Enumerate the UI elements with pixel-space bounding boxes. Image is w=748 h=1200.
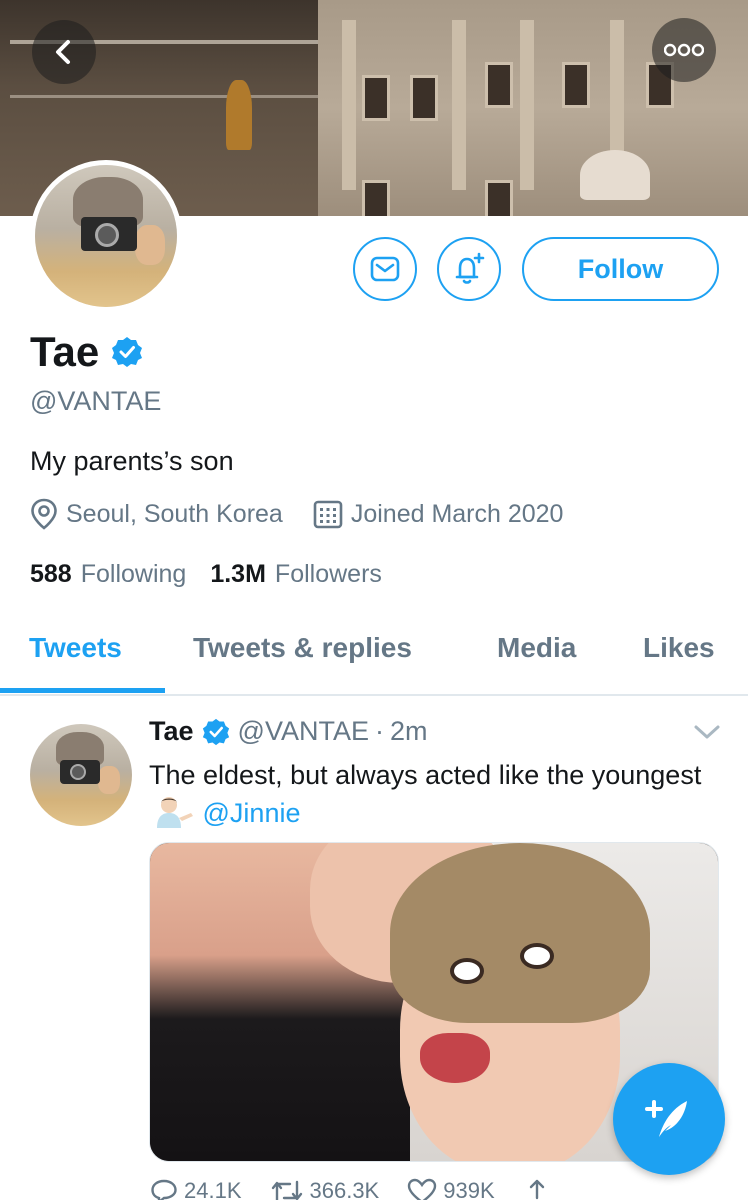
profile-bio: My parents’s son [30, 446, 234, 476]
tweet-text: The eldest, but always acted like the yo… [149, 756, 709, 832]
banner-column [452, 20, 466, 190]
banner-column [520, 20, 534, 190]
followers-label[interactable]: Followers [275, 560, 382, 589]
like-count: 939K [443, 1178, 495, 1200]
tweet-author-handle[interactable]: @VANTAE [238, 716, 369, 747]
retweet-action[interactable]: 366.3K [270, 1178, 380, 1200]
following-label[interactable]: Following [81, 560, 187, 589]
heart-icon [408, 1178, 437, 1200]
profile-name-row: Tae [30, 328, 143, 376]
compose-tweet-icon [645, 1100, 687, 1137]
back-button[interactable] [32, 20, 96, 84]
tweet-actions: 24.1K 366.3K 939K [150, 1178, 610, 1200]
banner-statue [580, 150, 650, 200]
share-action[interactable] [523, 1178, 551, 1200]
tab-likes[interactable]: Likes [643, 632, 715, 664]
active-tab-indicator [0, 688, 165, 693]
person-tipping-hand-emoji-icon [157, 797, 193, 828]
tab-tweets[interactable]: Tweets [29, 632, 122, 664]
followers-count[interactable]: 1.3M [210, 560, 266, 589]
tab-tweets-replies[interactable]: Tweets & replies [193, 632, 412, 664]
notifications-button[interactable] [437, 237, 501, 301]
banner-window [562, 62, 590, 108]
message-button[interactable] [353, 237, 417, 301]
profile-avatar[interactable] [30, 160, 182, 312]
banner-rail [10, 95, 330, 98]
joined-item: Joined March 2020 [313, 499, 564, 529]
following-count[interactable]: 588 [30, 560, 72, 589]
verified-badge-icon [202, 718, 229, 745]
verified-badge-icon [112, 337, 143, 367]
profile-meta: Seoul, South Korea Joined March 2020 [30, 498, 593, 530]
tweet-timestamp: 2m [389, 716, 428, 746]
tweet-body: The eldest, but always acted like the yo… [149, 760, 702, 790]
tweet-separator: · [374, 716, 384, 746]
profile-tabs: Tweets Tweets & replies Media Likes [0, 610, 748, 696]
banner-window [362, 75, 390, 121]
calendar-icon [313, 500, 343, 529]
profile-display-name: Tae [30, 328, 100, 375]
bell-plus-icon [455, 252, 485, 284]
reply-icon [151, 1179, 177, 1200]
compose-tweet-button[interactable] [613, 1063, 725, 1175]
more-dots-icon [664, 43, 704, 57]
banner-column [342, 20, 356, 190]
banner-statue [226, 80, 252, 150]
banner-window [410, 75, 438, 121]
tweet-author-name[interactable]: Tae [149, 716, 194, 747]
location-text: Seoul, South Korea [66, 499, 283, 528]
chevron-left-icon [56, 40, 70, 64]
location-item: Seoul, South Korea [30, 498, 283, 530]
banner-window [485, 180, 513, 216]
banner-window [362, 180, 390, 216]
tweet-header: Tae @VANTAE · 2m [149, 716, 427, 747]
follow-button[interactable]: Follow [522, 237, 719, 301]
tab-media[interactable]: Media [497, 632, 576, 664]
location-pin-icon [31, 498, 57, 530]
profile-handle: @VANTAE [30, 386, 162, 416]
reply-count: 24.1K [184, 1178, 242, 1200]
tweet-mention[interactable]: @Jinnie [203, 798, 301, 828]
joined-text: Joined March 2020 [350, 499, 564, 528]
retweet-icon [271, 1180, 302, 1200]
more-button[interactable] [652, 18, 716, 82]
mail-icon [370, 256, 400, 282]
retweet-count: 366.3K [309, 1178, 380, 1200]
tweet-avatar[interactable] [30, 724, 132, 826]
share-icon [529, 1179, 544, 1200]
like-action[interactable]: 939K [407, 1178, 495, 1200]
chevron-down-icon[interactable] [692, 722, 722, 742]
profile-stats: 588 Following 1.3M Followers [30, 560, 406, 589]
reply-action[interactable]: 24.1K [150, 1178, 242, 1200]
banner-window [485, 62, 513, 108]
